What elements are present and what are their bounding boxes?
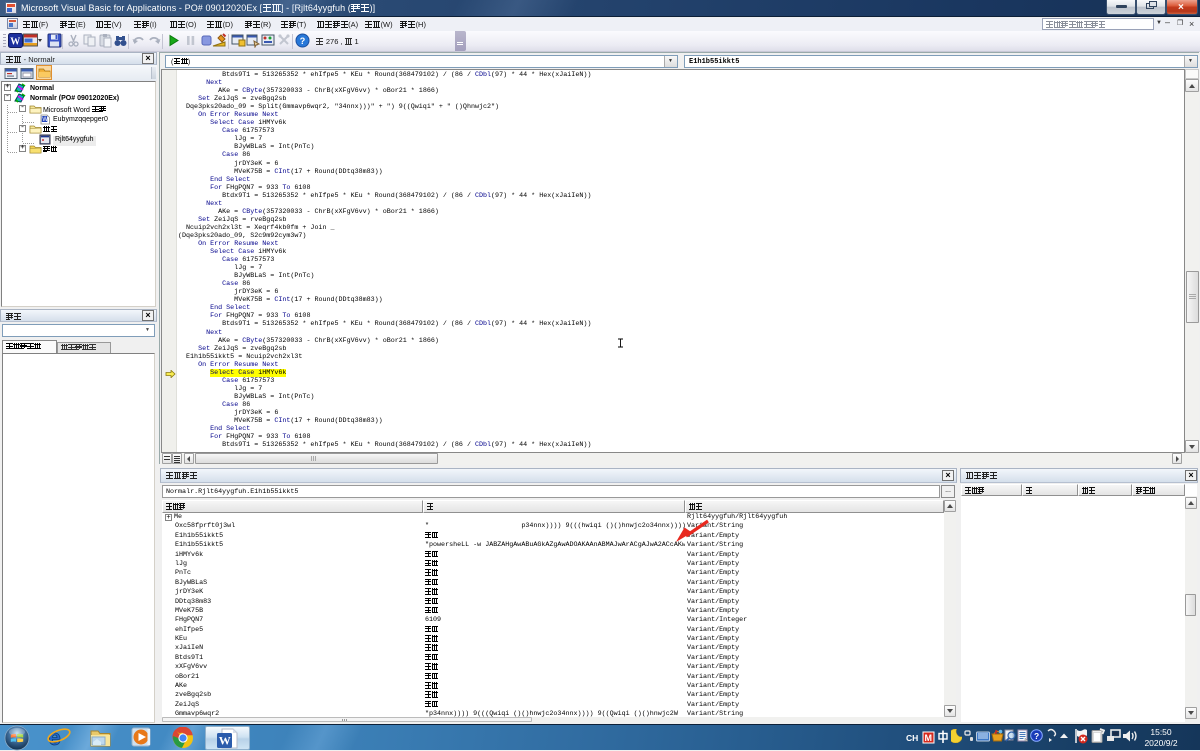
svg-text:?: ? bbox=[1034, 731, 1039, 741]
svg-text:e: e bbox=[49, 725, 61, 750]
svg-text:W: W bbox=[219, 734, 231, 748]
svg-text:M: M bbox=[925, 733, 933, 743]
svg-text:?: ? bbox=[300, 36, 306, 46]
svg-text:W: W bbox=[42, 117, 48, 123]
svg-text:W: W bbox=[10, 37, 20, 48]
